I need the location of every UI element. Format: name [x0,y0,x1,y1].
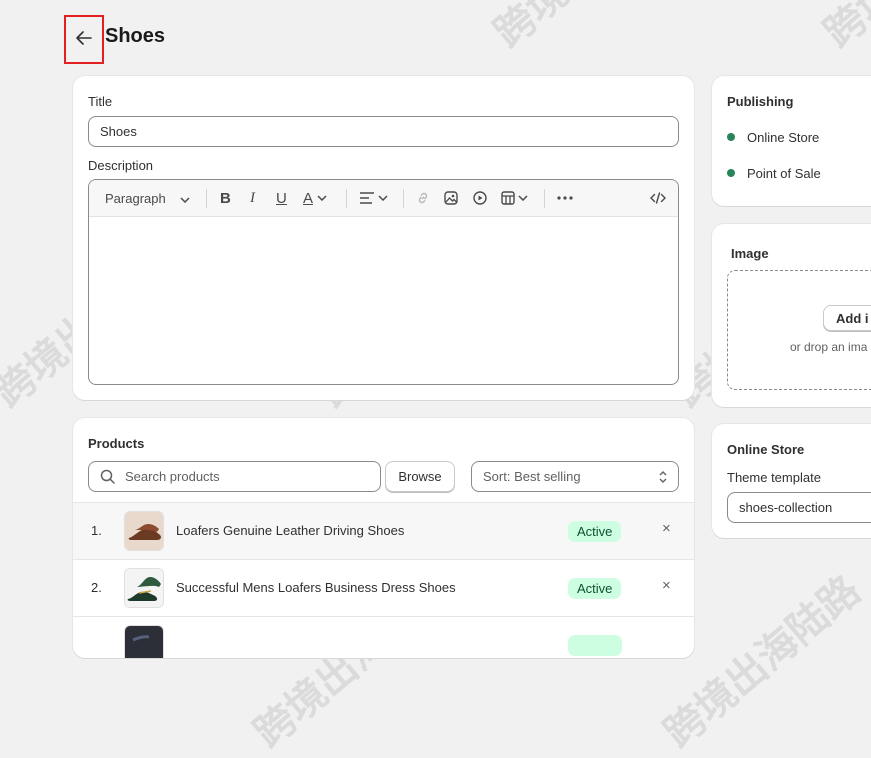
paragraph-label: Paragraph [105,190,166,206]
product-search-input[interactable]: Search products [88,461,381,492]
editor-toolbar: Paragraph B I U A [89,180,678,217]
italic-icon[interactable]: I [250,180,255,216]
title-value: Shoes [100,124,137,139]
text-color-icon[interactable]: A [303,180,327,216]
status-badge [568,635,622,656]
title-input[interactable]: Shoes [88,116,679,147]
add-image-button[interactable]: Add i [823,305,871,331]
channel-online-store: Online Store [747,130,820,145]
products-card: Products Search products Browse Sort: Be… [73,418,694,658]
bold-icon[interactable]: B [220,180,231,216]
link-icon[interactable] [416,180,430,216]
row-number: 1. [91,523,102,538]
watermark: 跨境出海陆路 [809,0,871,58]
publishing-card: Publishing Online Store Point of Sale [712,76,871,206]
video-icon[interactable] [473,180,487,216]
paragraph-select[interactable]: Paragraph [105,180,190,216]
theme-template-value: shoes-collection [739,500,833,515]
search-placeholder: Search products [125,469,220,484]
sort-label: Sort: Best selling [483,469,581,484]
theme-template-select[interactable]: shoes-collection [727,492,871,523]
code-icon[interactable] [650,180,666,216]
status-badge: Active [568,578,622,599]
toolbar-divider [403,189,404,208]
description-label: Description [88,158,154,173]
online-store-card: Online Store Theme template shoes-collec… [712,424,871,538]
product-name[interactable]: Loafers Genuine Leather Driving Shoes [176,523,404,538]
underline-icon[interactable]: U [276,180,287,216]
arrow-left-icon [76,29,92,50]
toolbar-divider [206,189,207,208]
channel-point-of-sale: Point of Sale [747,166,821,181]
table-row[interactable] [73,616,694,658]
table-row[interactable]: 2. Successful Mens Loafers Business Dres… [73,559,694,616]
toolbar-divider [346,189,347,208]
status-dot [727,133,735,141]
chevron-down-icon [180,191,190,206]
image-icon[interactable] [444,180,458,216]
product-thumbnail [124,511,164,551]
image-dropzone[interactable]: Add i or drop an ima [727,270,871,390]
product-name[interactable]: Successful Mens Loafers Business Dress S… [176,580,456,595]
product-thumbnail [124,568,164,608]
page-title: Shoes [105,25,166,47]
publishing-heading: Publishing [727,94,794,109]
align-icon[interactable] [359,180,388,216]
title-label: Title [88,94,113,109]
status-badge: Active [568,521,622,542]
theme-template-label: Theme template [727,470,821,485]
more-icon[interactable] [557,180,573,216]
table-row[interactable]: 1. Loafers Genuine Leather Driving Shoes… [73,502,694,559]
add-image-label: Add i [836,310,869,326]
remove-product-button[interactable]: × [662,577,671,594]
image-card: Image Add i or drop an ima [712,224,871,407]
details-card: Title Shoes Description Paragraph B I U … [73,76,694,400]
status-dot [727,169,735,177]
browse-button[interactable]: Browse [385,461,455,492]
toolbar-divider [544,189,545,208]
remove-product-button[interactable]: × [662,520,671,537]
select-arrows-icon [658,470,668,487]
table-icon[interactable] [501,180,528,216]
description-editor[interactable]: Paragraph B I U A [88,179,679,385]
watermark: 跨境出海陆路 [479,0,700,58]
online-store-heading: Online Store [727,442,805,457]
drop-hint: or drop an ima [790,340,868,354]
image-heading: Image [731,246,769,261]
products-heading: Products [88,436,145,451]
back-button[interactable] [64,15,104,64]
product-thumbnail [124,625,164,658]
row-number: 2. [91,580,102,595]
search-icon [100,469,115,484]
sort-select[interactable]: Sort: Best selling [471,461,679,492]
